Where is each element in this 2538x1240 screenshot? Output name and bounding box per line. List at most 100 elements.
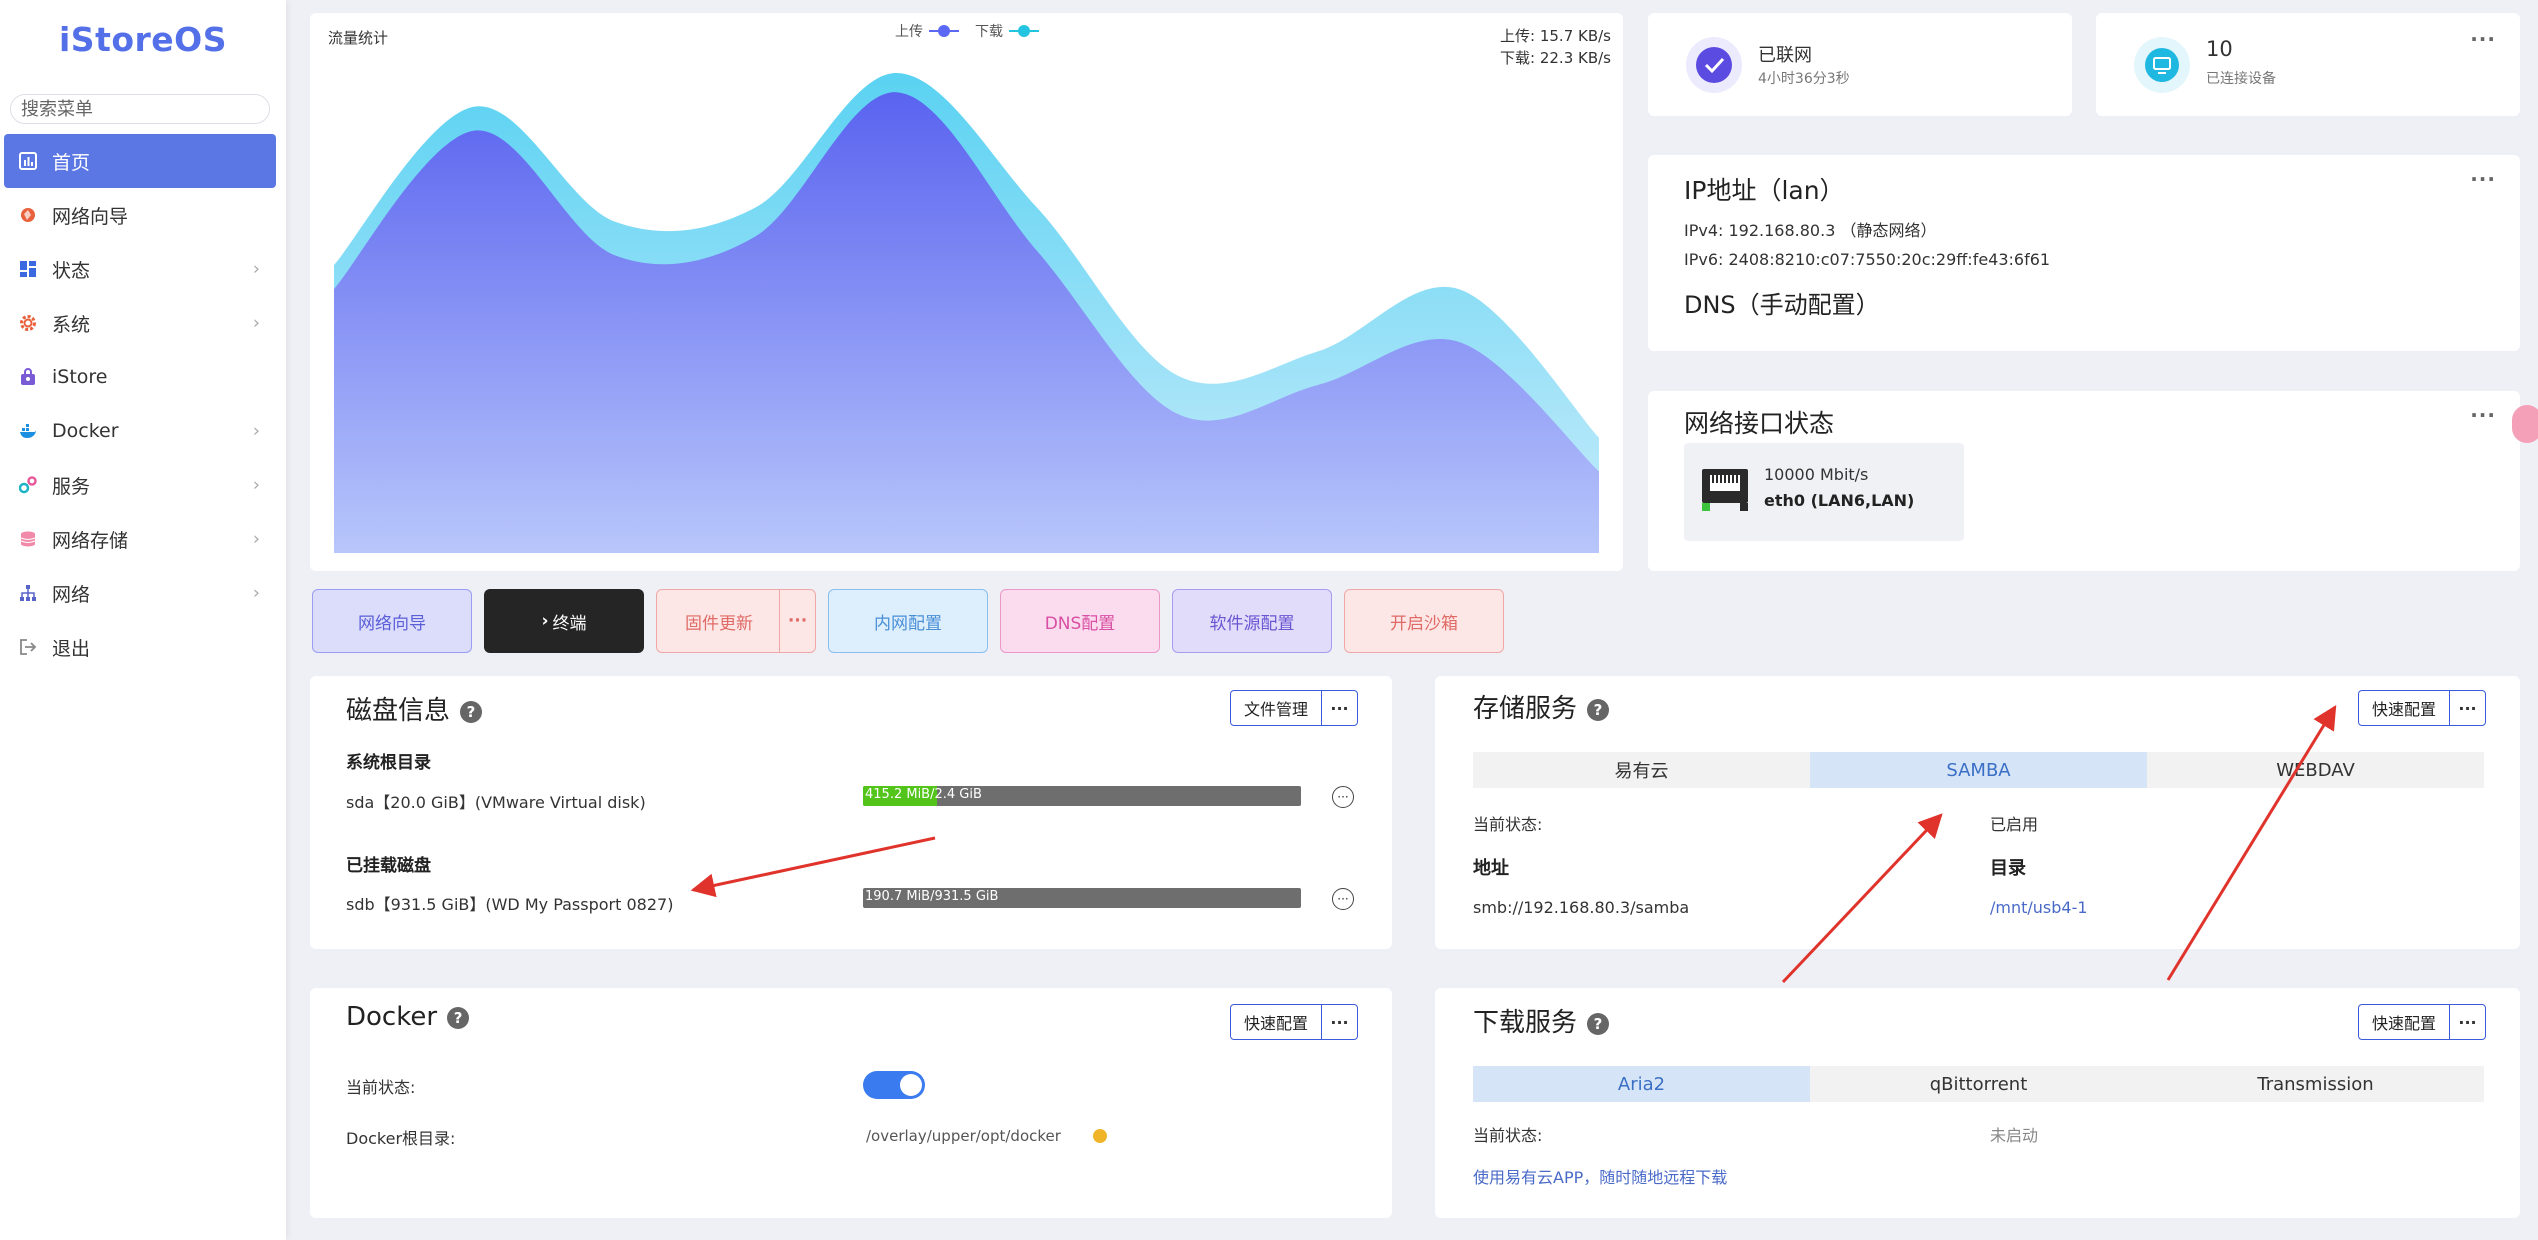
network-wizard-icon (18, 205, 38, 225)
storage-quick-config-button[interactable]: 快速配置 (2359, 691, 2449, 725)
traffic-chart-card: 流量统计 上传 下载 上传: 15.7 KB/s 下载: 22.3 KB/s (310, 13, 1623, 571)
tab-yiyouyun[interactable]: 易有云 (1473, 752, 1810, 788)
tab-aria2[interactable]: Aria2 (1473, 1066, 1810, 1102)
terminal-button[interactable]: › 终端 (484, 589, 644, 653)
devices-icon (2134, 37, 2190, 93)
samba-address: smb://192.168.80.3/samba (1473, 898, 1690, 917)
sidebar-item-network-wizard[interactable]: 网络向导 (4, 188, 276, 242)
sidebar-item-network[interactable]: 网络 › (4, 566, 276, 620)
file-manager-button[interactable]: 文件管理 (1231, 691, 1321, 725)
devices-label: 已连接设备 (2206, 71, 2276, 87)
card-menu-button[interactable]: ··· (2470, 27, 2496, 51)
mounted-disk-usage-bar: 190.7 MiB/931.5 GiB (863, 888, 1301, 908)
storage-services-card: 存储服务? 快速配置 ··· 易有云 SAMBA WEBDAV 当前状态: 已启… (1435, 676, 2520, 949)
legend-download[interactable]: 下载 (975, 21, 1039, 41)
docker-enable-toggle[interactable] (863, 1071, 925, 1099)
storage-state-value: 已启用 (1990, 815, 2039, 834)
chevron-right-icon: › (252, 312, 260, 334)
menu-search-input[interactable] (10, 94, 270, 124)
download-services-card: 下载服务? 快速配置 ··· Aria2 qBittorrent Transmi… (1435, 988, 2520, 1218)
sidebar-item-services[interactable]: 服务 › (4, 458, 276, 512)
chevron-right-icon: › (252, 528, 260, 550)
port-speed: 10000 Mbit/s (1764, 465, 1869, 484)
card-menu-button[interactable]: ··· (2470, 403, 2496, 427)
storage-tabs: 易有云 SAMBA WEBDAV (1473, 752, 2484, 788)
sidebar-item-label: 系统 (52, 313, 91, 336)
docker-quick-config-button[interactable]: 快速配置 (1231, 1005, 1321, 1039)
help-icon[interactable]: ? (1587, 698, 1610, 721)
uptime: 4小时36分3秒 (1758, 71, 1850, 87)
storage-quick-config-group: 快速配置 ··· (2357, 690, 2486, 726)
download-title-text: 下载服务 (1473, 1008, 1578, 1038)
floating-side-button[interactable] (2512, 405, 2538, 443)
network-interface-title: 网络接口状态 (1684, 409, 1835, 438)
chevron-right-icon: › (252, 420, 260, 442)
docker-title-text: Docker (346, 1002, 438, 1032)
chevron-right-icon: › (252, 582, 260, 604)
firmware-more-button[interactable]: ··· (779, 590, 815, 652)
firmware-update-label: 固件更新 (685, 613, 753, 634)
sidebar-item-istore[interactable]: iStore (4, 350, 276, 404)
mounted-disk-more-icon[interactable]: ··· (1332, 888, 1354, 910)
docker-more-button[interactable]: ··· (1321, 1005, 1357, 1039)
sidebar-item-label: 状态 (52, 259, 91, 282)
sandbox-button[interactable]: 开启沙箱 (1344, 589, 1504, 653)
legend-upload-swatch (929, 25, 959, 37)
root-disk-usage-bar: 415.2 MiB/2.4 GiB (863, 786, 1301, 806)
status-icon (18, 259, 38, 279)
samba-directory-link[interactable]: /mnt/usb4-1 (1990, 898, 2088, 917)
sidebar-item-status[interactable]: 状态 › (4, 242, 276, 296)
ip-title: IP地址（lan） (1684, 176, 1845, 205)
sidebar-item-network-storage[interactable]: 网络存储 › (4, 512, 276, 566)
devices-count: 10 (2206, 37, 2233, 61)
sidebar-item-home[interactable]: 首页 (4, 134, 276, 188)
system-gear-icon (18, 313, 38, 333)
tab-qbittorrent[interactable]: qBittorrent (1810, 1066, 2147, 1102)
tab-transmission[interactable]: Transmission (2147, 1066, 2484, 1102)
docker-card: Docker? 快速配置 ··· 当前状态: Docker根目录: /overl… (310, 988, 1392, 1218)
sidebar-item-label: Docker (52, 420, 119, 442)
logout-icon (18, 637, 38, 657)
network-status-card: 已联网 4小时36分3秒 (1648, 13, 2072, 116)
docker-status-dot (1093, 1129, 1107, 1143)
mounted-disk-name: sdb【931.5 GiB】(WD My Passport 0827) (346, 895, 674, 914)
download-title: 下载服务? (1473, 1002, 1610, 1039)
root-disk-more-icon[interactable]: ··· (1332, 786, 1354, 808)
sidebar-item-logout[interactable]: 退出 (4, 620, 276, 674)
sidebar-item-docker[interactable]: Docker › (4, 404, 276, 458)
terminal-button-label: 终端 (552, 613, 587, 634)
network-wizard-button[interactable]: 网络向导 (312, 589, 472, 653)
ethernet-port-icon (1700, 467, 1750, 517)
legend-upload[interactable]: 上传 (895, 21, 959, 41)
download-state-value: 未启动 (1990, 1126, 2039, 1145)
help-icon[interactable]: ? (1587, 1012, 1610, 1035)
storage-more-button[interactable]: ··· (2449, 691, 2485, 725)
tab-webdav[interactable]: WEBDAV (2147, 752, 2484, 788)
help-icon[interactable]: ? (460, 700, 483, 723)
remote-download-link[interactable]: 使用易有云APP，随时随地远程下载 (1473, 1164, 1727, 1188)
system-root-heading: 系统根目录 (346, 753, 431, 773)
firmware-update-button[interactable]: 固件更新 ··· (656, 589, 816, 653)
card-menu-button[interactable]: ··· (2470, 167, 2496, 191)
directory-label: 目录 (1990, 858, 2026, 879)
network-interface-card: 网络接口状态 ··· 10000 Mbit/s eth0 (LAN6,LAN) (1648, 391, 2520, 571)
software-source-button[interactable]: 软件源配置 (1172, 589, 1332, 653)
download-quick-config-group: 快速配置 ··· (2357, 1004, 2486, 1040)
address-label: 地址 (1473, 858, 1509, 879)
lan-config-button[interactable]: 内网配置 (828, 589, 988, 653)
terminal-prompt-icon: › (541, 611, 549, 631)
disk-more-button[interactable]: ··· (1321, 691, 1357, 725)
download-more-button[interactable]: ··· (2449, 1005, 2485, 1039)
storage-title-text: 存储服务 (1473, 694, 1578, 724)
services-icon (18, 475, 38, 495)
store-bag-icon (18, 367, 38, 387)
ethernet-port-item[interactable]: 10000 Mbit/s eth0 (LAN6,LAN) (1684, 443, 1964, 541)
sidebar-item-label: 网络 (52, 583, 91, 606)
dns-config-button[interactable]: DNS配置 (1000, 589, 1160, 653)
docker-state-label: 当前状态: (346, 1078, 416, 1097)
download-quick-config-button[interactable]: 快速配置 (2359, 1005, 2449, 1039)
sidebar-item-system[interactable]: 系统 › (4, 296, 276, 350)
help-icon[interactable]: ? (447, 1006, 470, 1029)
tab-samba[interactable]: SAMBA (1810, 752, 2147, 788)
docker-root-label: Docker根目录: (346, 1129, 456, 1148)
